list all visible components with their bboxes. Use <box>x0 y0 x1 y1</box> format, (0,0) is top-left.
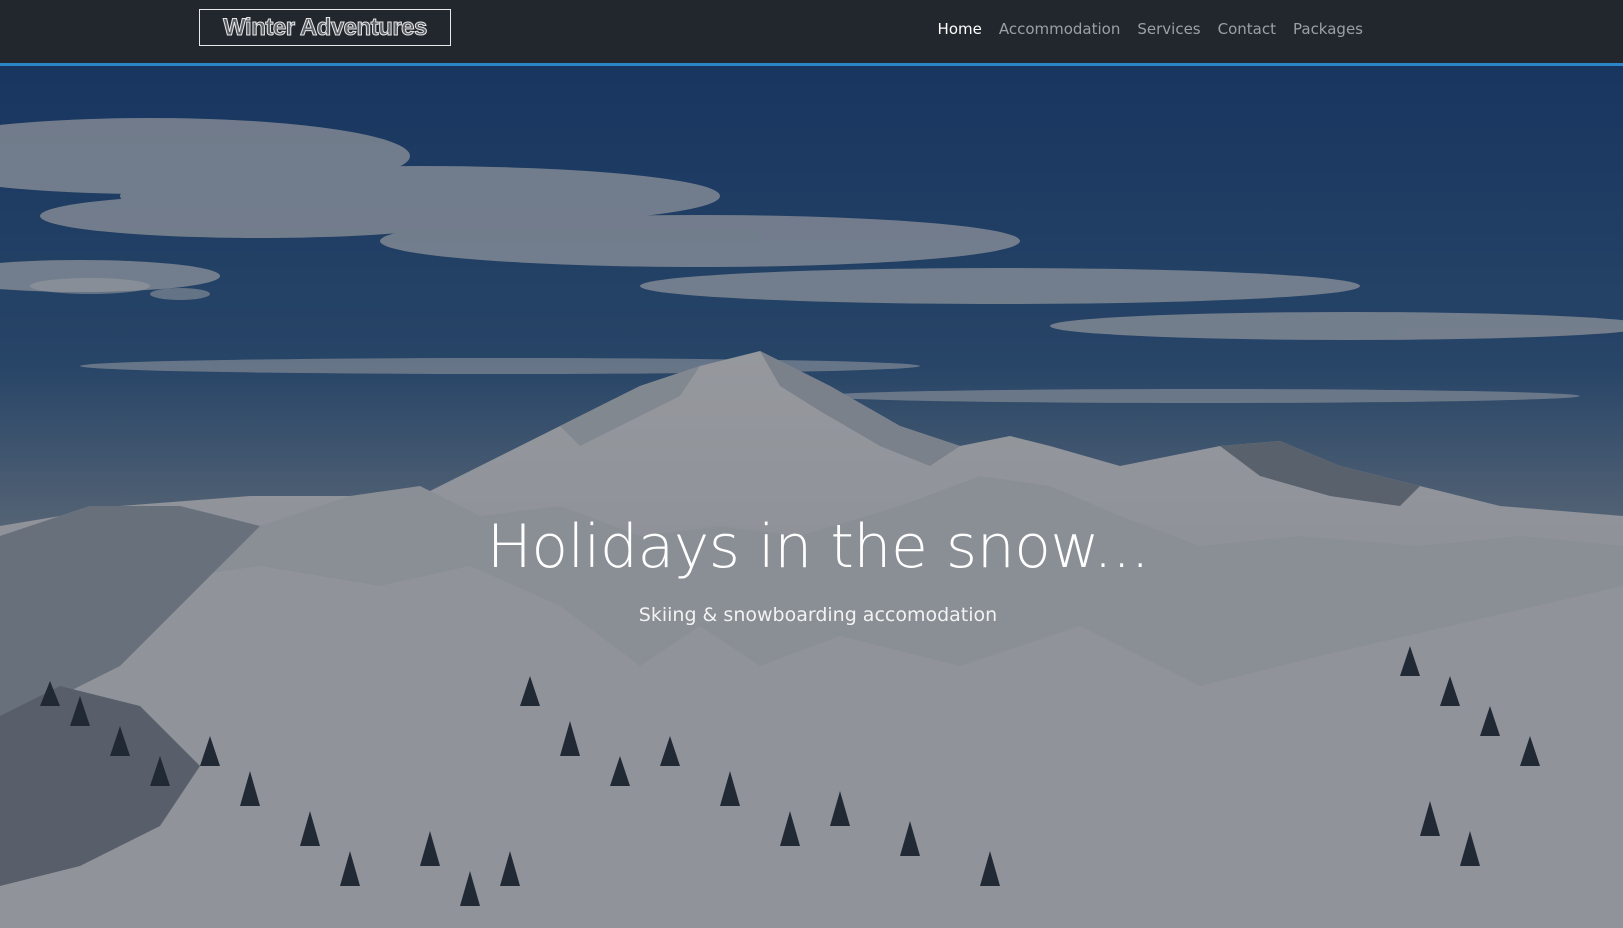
nav-item-contact: Contact <box>1218 20 1276 38</box>
nav-item-services: Services <box>1137 20 1200 38</box>
hero-subtitle: Skiing & snowboarding accomodation <box>638 604 998 626</box>
nav-item-packages: Packages <box>1293 20 1363 38</box>
nav-link-accommodation[interactable]: Accommodation <box>999 20 1121 38</box>
nav-menu: Home Accommodation Services Contact Pack… <box>938 20 1363 38</box>
nav-item-home: Home <box>938 20 982 38</box>
brand-logo-text: Winter Adventures <box>223 13 428 41</box>
hero-dark-overlay <box>0 66 1623 928</box>
nav-link-services[interactable]: Services <box>1137 20 1200 38</box>
hero-title: Holidays in the snow... <box>486 512 1150 582</box>
nav-link-home[interactable]: Home <box>938 20 982 38</box>
hero-section: Holidays in the snow... Skiing & snowboa… <box>0 66 1623 928</box>
top-navbar: Winter Adventures Home Accommodation Ser… <box>0 0 1623 66</box>
nav-item-accommodation: Accommodation <box>999 20 1121 38</box>
nav-link-contact[interactable]: Contact <box>1218 20 1276 38</box>
brand-logo-link[interactable]: Winter Adventures <box>199 9 451 46</box>
nav-link-packages[interactable]: Packages <box>1293 20 1363 38</box>
page: Winter Adventures Home Accommodation Ser… <box>0 0 1623 928</box>
